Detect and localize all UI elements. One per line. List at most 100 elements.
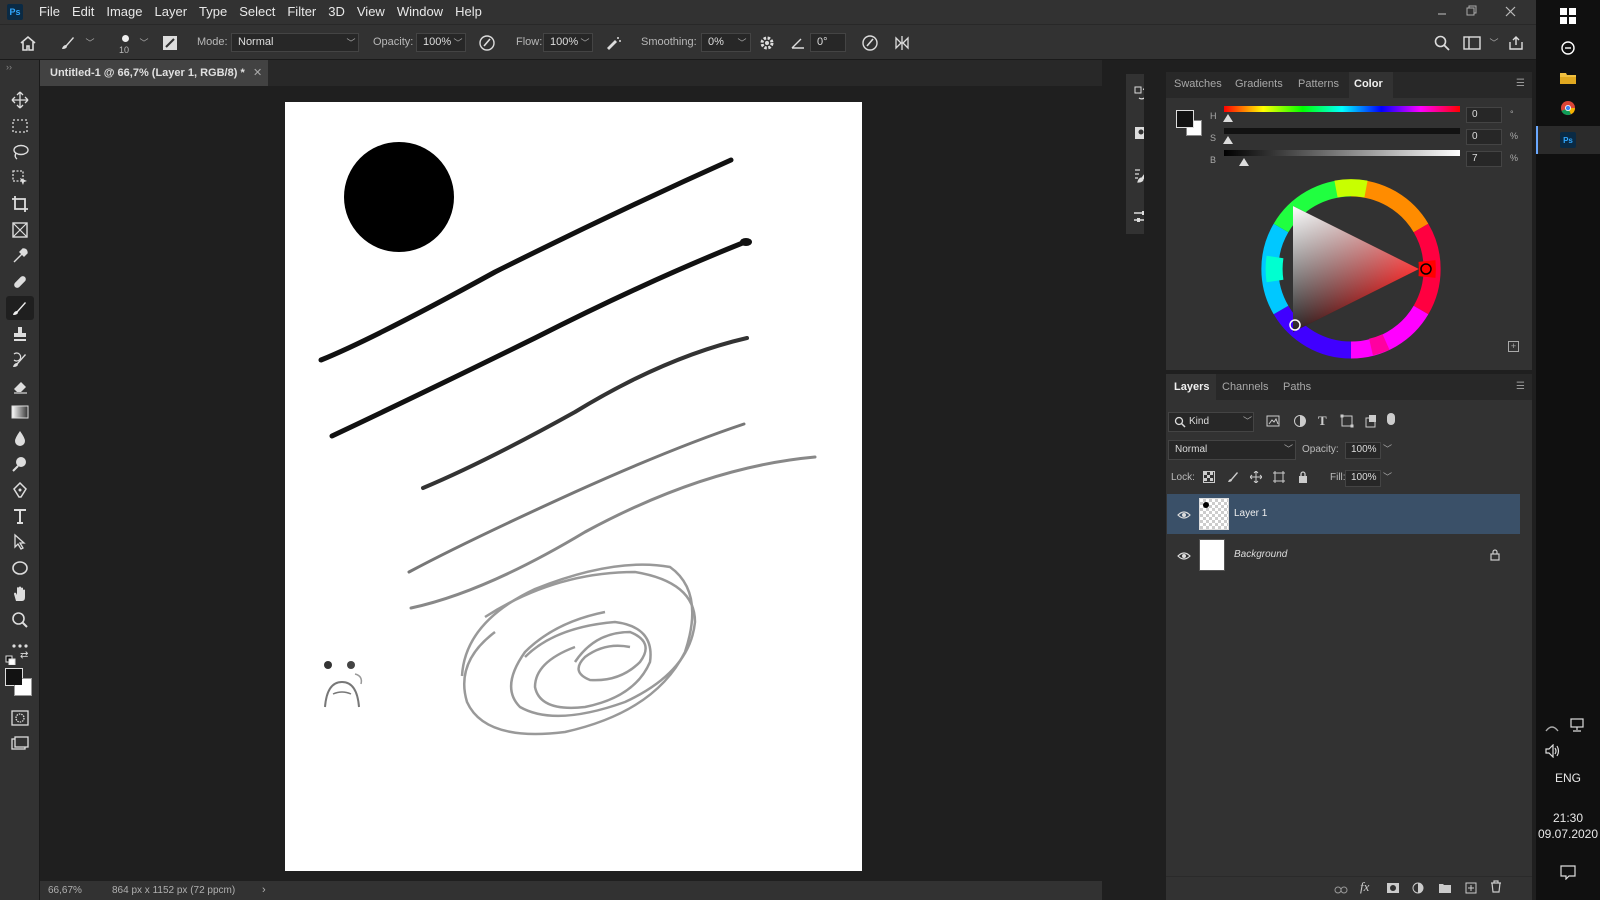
layer-row-layer-1[interactable]: Layer 1 [1167, 494, 1520, 534]
mode-select[interactable]: Normal [231, 33, 359, 52]
dodge-tool-icon[interactable] [6, 452, 34, 476]
filter-smart-object-icon[interactable] [1364, 414, 1378, 433]
fill-field[interactable]: 100% [1345, 470, 1381, 487]
new-adjustment-layer-icon[interactable] [1412, 881, 1424, 899]
lock-all-icon[interactable] [1297, 470, 1309, 488]
symmetry-icon[interactable] [890, 31, 914, 55]
airbrush-icon[interactable] [601, 31, 625, 55]
trash-icon[interactable] [1490, 880, 1502, 898]
quick-mask-icon[interactable] [6, 706, 34, 730]
blur-tool-icon[interactable] [6, 426, 34, 450]
tab-paths[interactable]: Paths [1283, 381, 1311, 393]
file-explorer-icon[interactable] [1556, 66, 1580, 90]
search-icon[interactable] [1430, 31, 1454, 55]
chevron-down-icon[interactable]: ﹀ [136, 33, 152, 52]
eyedropper-tool-icon[interactable] [6, 244, 34, 268]
menu-image[interactable]: Image [100, 0, 148, 24]
menu-view[interactable]: View [351, 0, 391, 24]
taskbar-time[interactable]: 21:30 [1536, 811, 1600, 825]
close-tab-icon[interactable]: ✕ [253, 60, 262, 86]
tab-layers[interactable]: Layers [1174, 381, 1209, 393]
brush-tool-preset-icon[interactable] [56, 31, 80, 55]
lock-transparent-icon[interactable] [1203, 470, 1215, 488]
menu-help[interactable]: Help [449, 0, 488, 24]
pen-tool-icon[interactable] [6, 478, 34, 502]
lock-icon[interactable] [1490, 548, 1500, 566]
tab-channels[interactable]: Channels [1222, 381, 1268, 393]
minimize-icon[interactable] [1428, 0, 1456, 22]
screen-mode-icon[interactable] [6, 732, 34, 756]
photoshop-taskbar-icon[interactable]: Ps [1556, 128, 1580, 152]
menu-filter[interactable]: Filter [281, 0, 322, 24]
pressure-size-icon[interactable] [858, 31, 882, 55]
saturation-slider-handle[interactable] [1223, 136, 1233, 144]
brightness-slider-handle[interactable] [1239, 158, 1249, 166]
panel-menu-icon[interactable]: ☰ [1516, 381, 1525, 392]
windows-start-icon[interactable] [1556, 4, 1580, 28]
hue-field[interactable]: 0 [1466, 107, 1502, 123]
eye-visibility-icon[interactable] [1177, 507, 1191, 525]
new-layer-icon[interactable] [1465, 881, 1477, 899]
lasso-tool-icon[interactable] [6, 140, 34, 164]
layer-row-background[interactable]: Background [1167, 535, 1520, 575]
menu-edit[interactable]: Edit [66, 0, 100, 24]
object-selection-tool-icon[interactable] [6, 166, 34, 190]
chevron-down-icon[interactable]: ﹀ [82, 33, 98, 52]
chevron-down-icon[interactable]: ﹀ [577, 33, 593, 52]
menu-file[interactable]: File [33, 0, 66, 24]
layer-1-name[interactable]: Layer 1 [1234, 508, 1267, 519]
saturation-field[interactable]: 0 [1466, 129, 1502, 145]
volume-icon[interactable] [1545, 743, 1561, 763]
chevron-down-icon[interactable]: ﹀ [1383, 470, 1392, 483]
chevron-down-icon[interactable]: ﹀ [450, 33, 466, 52]
add-mask-icon[interactable] [1386, 881, 1400, 899]
chrome-icon[interactable] [1556, 96, 1580, 120]
angle-field[interactable]: 0° [810, 33, 846, 52]
chevron-down-icon[interactable]: ﹀ [1284, 442, 1293, 455]
layer-opacity-field[interactable]: 100% [1345, 442, 1381, 459]
frame-tool-icon[interactable] [6, 218, 34, 242]
color-wheel[interactable] [1261, 179, 1441, 359]
brush-tip-icon[interactable] [118, 31, 132, 45]
swap-colors-icon[interactable]: ⇄ [20, 650, 28, 661]
eraser-tool-icon[interactable] [6, 374, 34, 398]
brush-tool-icon[interactable] [6, 296, 34, 320]
zoom-tool-icon[interactable] [6, 608, 34, 632]
tab-patterns[interactable]: Patterns [1298, 78, 1339, 90]
gear-icon[interactable] [755, 31, 779, 55]
filter-type-icon[interactable]: T [1318, 413, 1327, 429]
document-info[interactable]: 864 px x 1152 px (72 ppcm) [112, 885, 235, 896]
menu-window[interactable]: Window [391, 0, 449, 24]
chevron-down-icon[interactable]: ﹀ [1486, 33, 1502, 52]
document-tab[interactable]: Untitled-1 @ 66,7% (Layer 1, RGB/8) * [40, 60, 268, 86]
saturation-slider[interactable] [1224, 128, 1460, 134]
brightness-slider[interactable] [1224, 150, 1460, 156]
history-brush-tool-icon[interactable] [6, 348, 34, 372]
brightness-field[interactable]: 7 [1466, 151, 1502, 167]
chevron-right-icon[interactable]: › [262, 884, 266, 896]
menu-layer[interactable]: Layer [149, 0, 194, 24]
expand-panel-icon[interactable]: ›› [6, 62, 12, 72]
chevron-down-icon[interactable]: ﹀ [1383, 442, 1392, 455]
brush-settings-panel-icon[interactable] [158, 31, 182, 55]
healing-brush-tool-icon[interactable] [6, 270, 34, 294]
lock-position-icon[interactable] [1249, 470, 1263, 488]
marquee-tool-icon[interactable] [6, 114, 34, 138]
link-layers-icon[interactable] [1334, 882, 1348, 900]
type-tool-icon[interactable] [6, 504, 34, 528]
clone-stamp-tool-icon[interactable] [6, 322, 34, 346]
lock-pixels-icon[interactable] [1227, 470, 1239, 488]
menu-select[interactable]: Select [233, 0, 281, 24]
hue-slider[interactable] [1224, 106, 1460, 112]
filter-shape-icon[interactable] [1340, 414, 1354, 433]
path-selection-tool-icon[interactable] [6, 530, 34, 554]
share-icon[interactable] [1504, 31, 1528, 55]
chevron-down-icon[interactable]: ﹀ [343, 33, 359, 52]
lock-artboard-icon[interactable] [1273, 470, 1285, 488]
document-canvas[interactable] [285, 102, 862, 871]
background-layer-name[interactable]: Background [1234, 549, 1287, 560]
show-hidden-icons-icon[interactable] [1545, 720, 1559, 738]
zoom-level[interactable]: 66,67% [48, 885, 82, 896]
filter-adjustment-icon[interactable] [1293, 414, 1307, 433]
gradient-tool-icon[interactable] [6, 400, 34, 424]
